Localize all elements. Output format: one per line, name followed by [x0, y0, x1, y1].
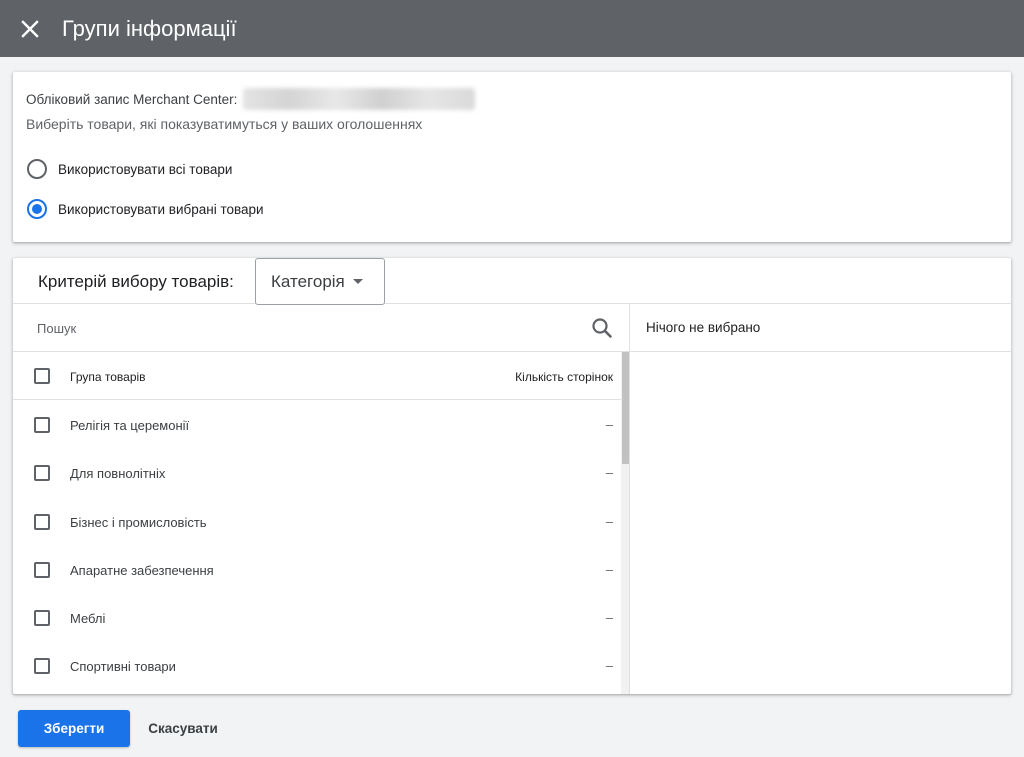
empty-selection-text: Нічого не вибрано — [646, 320, 761, 335]
row-checkbox[interactable] — [34, 561, 50, 578]
product-choice-subtitle: Виберіть товари, які показуватимуться у … — [26, 116, 423, 132]
row-checkbox[interactable] — [34, 513, 50, 530]
radio-all-products[interactable]: Використовувати всі товари — [27, 159, 232, 179]
table-row[interactable]: Апаратне забезпечення – — [13, 546, 621, 594]
row-checkbox[interactable] — [34, 465, 50, 482]
row-name: Спортивні товари — [70, 659, 176, 675]
row-name: Для повнолітніх — [70, 466, 166, 482]
caret-down-icon — [352, 279, 363, 284]
close-icon — [21, 19, 39, 38]
row-checkbox[interactable] — [34, 610, 50, 627]
row-count: – — [605, 561, 613, 577]
criteria-label: Критерій вибору товарів: — [38, 272, 234, 291]
radio-all-products-circle[interactable] — [27, 159, 47, 179]
row-count: – — [605, 658, 613, 674]
row-checkbox[interactable] — [34, 417, 50, 433]
search-row — [13, 304, 629, 352]
radio-all-products-label: Використовувати всі товари — [58, 161, 233, 177]
criteria-dropdown-value: Категорія — [271, 271, 345, 291]
criteria-row: Критерій вибору товарів: Категорія — [13, 258, 1011, 305]
page-title: Групи інформації — [62, 15, 237, 41]
row-count: – — [605, 610, 613, 626]
table-row[interactable]: Бізнес і промисловість – — [13, 498, 621, 546]
radio-selected-products[interactable]: Використовувати вибрані товари — [27, 199, 264, 219]
row-count: – — [605, 417, 613, 432]
scrollbar-thumb[interactable] — [622, 352, 629, 464]
selected-items-header: Нічого не вибрано — [630, 304, 1011, 352]
row-count: – — [605, 465, 613, 481]
account-id-redacted — [243, 88, 476, 110]
row-name: Апаратне забезпечення — [70, 562, 214, 578]
close-button[interactable] — [0, 0, 60, 57]
product-group-list-pane: Група товарів Кількість сторінок Релігія… — [13, 304, 630, 694]
criteria-dropdown[interactable]: Категорія — [255, 258, 385, 305]
select-all-checkbox[interactable] — [34, 368, 50, 384]
row-name: Релігія та церемонії — [70, 418, 190, 433]
table-row[interactable]: Для повнолітніх – — [13, 449, 621, 497]
row-name: Бізнес і промисловість — [70, 514, 207, 530]
table-body: Релігія та церемонії – Для повнолітніх –… — [13, 401, 621, 691]
product-selection-card: Критерій вибору товарів: Категорія Група… — [13, 258, 1011, 694]
radio-selected-products-circle[interactable] — [27, 199, 47, 219]
table-row[interactable]: Спортивні товари – — [13, 642, 621, 690]
column-header-group: Група товарів — [70, 370, 146, 384]
account-row: Обліковий запис Merchant Center: — [26, 88, 476, 110]
radio-selected-products-label: Використовувати вибрані товари — [58, 201, 264, 217]
search-icon[interactable] — [590, 316, 614, 340]
table-header: Група товарів Кількість сторінок — [13, 352, 621, 400]
row-name: Меблі — [70, 611, 106, 627]
column-header-count: Кількість сторінок — [515, 370, 613, 384]
selected-items-pane: Нічого не вибрано — [630, 304, 1011, 694]
table-row[interactable]: Релігія та церемонії – — [13, 401, 621, 449]
cancel-button[interactable]: Скасувати — [140, 710, 226, 747]
account-label: Обліковий запис Merchant Center: — [26, 91, 238, 107]
list-scrollbar[interactable] — [621, 352, 629, 694]
row-checkbox[interactable] — [34, 658, 50, 675]
search-input[interactable] — [37, 316, 577, 340]
table-row[interactable]: Меблі – — [13, 594, 621, 642]
save-button[interactable]: Зберегти — [18, 710, 130, 747]
top-bar: Групи інформації — [0, 0, 1024, 57]
row-count: – — [605, 513, 613, 529]
product-source-card: Обліковий запис Merchant Center: Виберіт… — [13, 72, 1011, 242]
